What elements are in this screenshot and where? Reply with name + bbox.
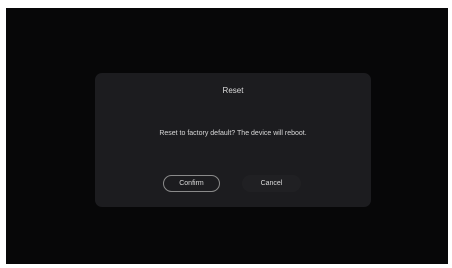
dialog-message: Reset to factory default? The device wil… xyxy=(159,130,307,137)
reset-dialog: Reset Reset to factory default? The devi… xyxy=(95,73,371,207)
cancel-button[interactable]: Cancel xyxy=(242,175,301,192)
device-screen: Reset Reset to factory default? The devi… xyxy=(6,8,448,264)
dialog-title: Reset xyxy=(222,86,244,95)
confirm-button[interactable]: Confirm xyxy=(163,175,220,192)
